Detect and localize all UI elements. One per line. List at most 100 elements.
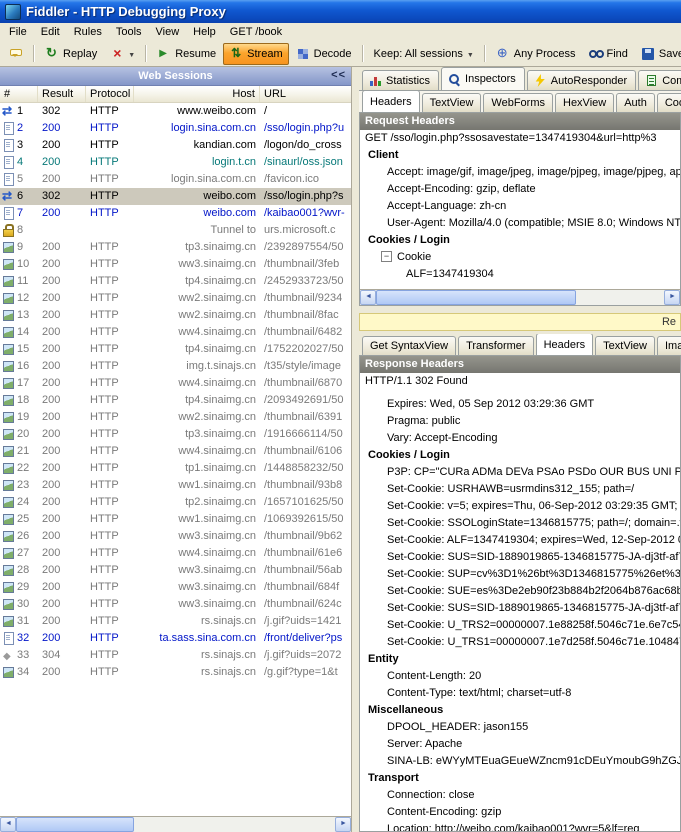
decode-toggle-button[interactable]: Decode [290, 43, 358, 65]
stream-toggle-button[interactable]: Stream [223, 43, 288, 65]
header-row[interactable]: Client [360, 147, 680, 164]
menu-item[interactable]: Edit [34, 25, 67, 39]
session-row[interactable]: 17 200 HTTP ww4.sinaimg.cn /thumbnail/68… [0, 375, 351, 392]
request-inspector-tab[interactable]: Cookies [657, 93, 681, 112]
session-row[interactable]: 12 200 HTTP ww2.sinaimg.cn /thumbnail/92… [0, 290, 351, 307]
header-row[interactable]: Accept-Language: zh-cn [360, 198, 680, 215]
column-header-number[interactable]: # [0, 86, 38, 102]
request-horizontal-scrollbar[interactable] [360, 289, 680, 305]
session-row[interactable]: 26 200 HTTP ww3.sinaimg.cn /thumbnail/9b… [0, 528, 351, 545]
inspector-tab[interactable]: Composer [638, 70, 681, 90]
response-inspector-tab[interactable]: TextView [595, 336, 655, 355]
panel-splitter[interactable] [352, 67, 359, 832]
header-row[interactable]: DPOOL_HEADER: jason155 [360, 719, 680, 736]
response-status-line[interactable]: HTTP/1.1 302 Found [360, 373, 680, 390]
session-row[interactable]: 18 200 HTTP tp4.sinaimg.cn /2093492691/5… [0, 392, 351, 409]
header-row[interactable]: Connection: close [360, 787, 680, 804]
response-inspector-tab[interactable]: Headers [536, 334, 594, 355]
header-row[interactable]: Accept-Encoding: gzip, deflate [360, 181, 680, 198]
menu-item[interactable]: Help [186, 25, 223, 39]
session-row[interactable]: 7 200 HTTP weibo.com /kaibao001?wvr- [0, 205, 351, 222]
header-row[interactable]: Set-Cookie: U_TRS2=00000007.1e88258f.504… [360, 617, 680, 634]
request-inspector-tab[interactable]: TextView [422, 93, 482, 112]
header-row[interactable]: ALF=1347419304 [360, 266, 680, 283]
header-row[interactable]: Set-Cookie: SUS=SID-1889019865-134681577… [360, 549, 680, 566]
session-row[interactable]: 8 Tunnel to urs.microsoft.c [0, 222, 351, 239]
scrollbar-track[interactable] [376, 290, 664, 305]
session-row[interactable]: 28 200 HTTP ww3.sinaimg.cn /thumbnail/56… [0, 562, 351, 579]
session-row[interactable]: 4 200 HTTP login.t.cn /sinaurl/oss.json [0, 154, 351, 171]
header-row[interactable]: Set-Cookie: SSOLoginState=1346815775; pa… [360, 515, 680, 532]
session-row[interactable]: 23 200 HTTP ww1.sinaimg.cn /thumbnail/93… [0, 477, 351, 494]
inspector-tab[interactable]: AutoResponder [527, 70, 636, 90]
session-row[interactable]: 3 200 HTTP kandian.com /logon/do_cross [0, 137, 351, 154]
session-row[interactable]: 27 200 HTTP ww4.sinaimg.cn /thumbnail/61… [0, 545, 351, 562]
session-row[interactable]: 10 200 HTTP ww3.sinaimg.cn /thumbnail/3f… [0, 256, 351, 273]
menu-item[interactable]: Tools [109, 25, 149, 39]
collapse-panel-button[interactable]: << [331, 69, 346, 81]
any-process-button[interactable]: Any Process [490, 43, 582, 65]
sessions-horizontal-scrollbar[interactable] [0, 816, 351, 832]
session-row[interactable]: 5 200 HTTP login.sina.com.cn /favicon.ic… [0, 171, 351, 188]
header-row[interactable]: Content-Encoding: gzip [360, 804, 680, 821]
menu-item[interactable]: View [149, 25, 187, 39]
header-row[interactable]: User-Agent: Mozilla/4.0 (compatible; MSI… [360, 215, 680, 232]
header-row[interactable]: Cookies / Login [360, 447, 680, 464]
scrollbar-track[interactable] [16, 817, 335, 832]
header-row[interactable]: Location: http://weibo.com/kaibao001?wvr… [360, 821, 680, 832]
session-row[interactable]: 32 200 HTTP ta.sass.sina.com.cn /front/d… [0, 630, 351, 647]
menu-item[interactable]: File [2, 25, 34, 39]
response-inspector-tab[interactable]: ImageView [657, 336, 681, 355]
header-row[interactable]: Set-Cookie: SUS=SID-1889019865-134681577… [360, 600, 680, 617]
header-row[interactable]: Set-Cookie: v=5; expires=Thu, 06-Sep-201… [360, 498, 680, 515]
session-row[interactable]: 1 302 HTTP www.weibo.com / [0, 103, 351, 120]
encoding-notice-bar[interactable]: Re [359, 313, 681, 331]
header-row[interactable]: Accept: image/gif, image/jpeg, image/pjp… [360, 164, 680, 181]
session-row[interactable]: 15 200 HTTP tp4.sinaimg.cn /1752202027/5… [0, 341, 351, 358]
session-row[interactable]: 25 200 HTTP ww1.sinaimg.cn /1069392615/5… [0, 511, 351, 528]
column-header-url[interactable]: URL [260, 86, 351, 102]
header-row[interactable]: Entity [360, 651, 680, 668]
menu-item[interactable]: Rules [67, 25, 109, 39]
title-bar[interactable]: Fiddler - HTTP Debugging Proxy [0, 0, 681, 23]
header-row[interactable]: Pragma: public [360, 413, 680, 430]
header-row[interactable]: Set-Cookie: SUE=es%3De2eb90f23b884b2f206… [360, 583, 680, 600]
request-inspector-tab[interactable]: Headers [362, 90, 420, 112]
header-row[interactable]: Cookies / Login [360, 232, 680, 249]
session-row[interactable]: 20 200 HTTP tp3.sinaimg.cn /1916666114/5… [0, 426, 351, 443]
scroll-right-button[interactable] [335, 817, 351, 832]
session-row[interactable]: 16 200 HTTP img.t.sinajs.cn /t35/style/i… [0, 358, 351, 375]
remove-sessions-button[interactable] [104, 43, 141, 65]
find-button[interactable]: Find [583, 43, 634, 65]
session-row[interactable]: 13 200 HTTP ww2.sinaimg.cn /thumbnail/8f… [0, 307, 351, 324]
session-row[interactable]: 31 200 HTTP rs.sinajs.cn /j.gif?uids=142… [0, 613, 351, 630]
session-row[interactable]: 21 200 HTTP ww4.sinaimg.cn /thumbnail/61… [0, 443, 351, 460]
session-row[interactable]: 9 200 HTTP tp3.sinaimg.cn /2392897554/50 [0, 239, 351, 256]
session-row[interactable]: 22 200 HTTP tp1.sinaimg.cn /1448858232/5… [0, 460, 351, 477]
session-row[interactable]: 30 200 HTTP ww3.sinaimg.cn /thumbnail/62… [0, 596, 351, 613]
session-row[interactable]: 24 200 HTTP tp2.sinaimg.cn /1657101625/5… [0, 494, 351, 511]
session-row[interactable]: 6 302 HTTP weibo.com /sso/login.php?s [0, 188, 351, 205]
inspector-tab[interactable]: Inspectors [441, 67, 525, 90]
header-row[interactable]: Vary: Accept-Encoding [360, 430, 680, 447]
header-row[interactable]: Server: Apache [360, 736, 680, 753]
column-header-protocol[interactable]: Protocol [86, 86, 134, 102]
column-header-host[interactable]: Host [134, 86, 260, 102]
session-row[interactable]: 2 200 HTTP login.sina.com.cn /sso/login.… [0, 120, 351, 137]
session-row[interactable]: 11 200 HTTP tp4.sinaimg.cn /2452933723/5… [0, 273, 351, 290]
scrollbar-thumb[interactable] [16, 817, 134, 832]
header-row[interactable]: SINA-LB: eWYyMTEuaGEueWZncm91cDEuYmoubG9… [360, 753, 680, 770]
scroll-left-button[interactable] [360, 290, 376, 305]
column-header-result[interactable]: Result [38, 86, 86, 102]
session-row[interactable]: 33 304 HTTP rs.sinajs.cn /j.gif?uids=207… [0, 647, 351, 664]
header-row[interactable]: Cookie [360, 249, 680, 266]
resume-button[interactable]: Resume [151, 43, 222, 65]
header-row[interactable]: Content-Length: 20 [360, 668, 680, 685]
request-inspector-tab[interactable]: HexView [555, 93, 614, 112]
header-row[interactable]: Set-Cookie: U_TRS1=00000007.1e7d258f.504… [360, 634, 680, 651]
header-row[interactable]: Set-Cookie: USRHAWB=usrmdins312_155; pat… [360, 481, 680, 498]
request-line[interactable]: GET /sso/login.php?ssosavestate=13474193… [360, 130, 680, 147]
response-inspector-tab[interactable]: Get SyntaxView [362, 336, 456, 355]
session-row[interactable]: 34 200 HTTP rs.sinajs.cn /g.gif?type=1&t [0, 664, 351, 681]
session-row[interactable]: 14 200 HTTP ww4.sinaimg.cn /thumbnail/64… [0, 324, 351, 341]
